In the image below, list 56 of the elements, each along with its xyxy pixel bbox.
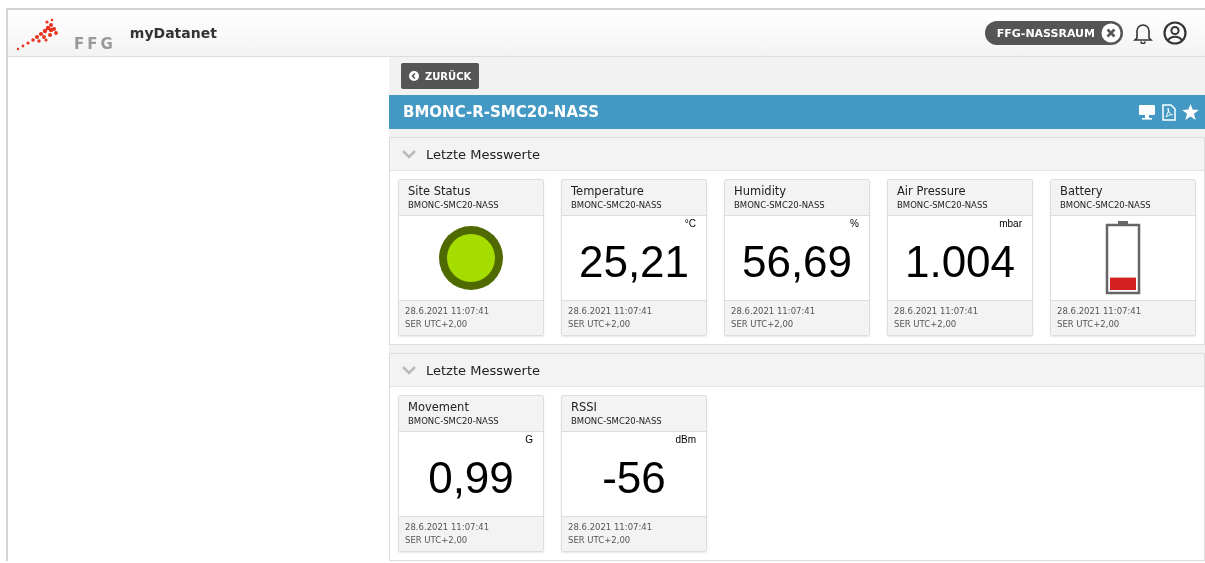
chevron-down-icon[interactable] [402,365,416,375]
timezone-label: SER UTC+2,00 [894,318,958,331]
timestamp: 28.6.2021 11:07:41 [894,305,980,318]
back-button[interactable]: ZURÜCK [401,63,480,89]
status-indicator-icon [438,225,504,291]
back-arrow-icon [409,71,419,81]
timestamp: 28.6.2021 11:07:41 [568,521,654,534]
panel-title: Letzte Messwerte [426,146,540,162]
logo-text: FFG [74,35,116,53]
measurement-value: 1.004 [904,237,1016,287]
app-name: myDatanet [129,25,217,41]
timestamp: 28.6.2021 11:07:41 [405,305,491,318]
tile-title: Movement [408,400,470,414]
measurement-value: 25,21 [578,237,690,287]
unit-label: °C [684,218,696,229]
star-icon[interactable] [1182,104,1199,120]
unit-label: mbar [999,218,1022,229]
bell-icon[interactable] [1133,22,1153,44]
tile-title: Battery [1060,184,1104,198]
location-chip[interactable]: FFG-NASSRAUM [984,21,1123,45]
device-name: BMONC-SMC20-NASS [571,200,663,210]
measurement-value: 0,99 [428,453,514,503]
measurement-value: 56,69 [741,237,853,287]
timezone-label: SER UTC+2,00 [1057,318,1121,331]
timezone-label: SER UTC+2,00 [731,318,795,331]
timezone-label: SER UTC+2,00 [568,318,632,331]
device-name: BMONC-SMC20-NASS [408,416,500,426]
timezone-label: SER UTC+2,00 [568,534,632,547]
pdf-file-icon[interactable] [1162,103,1176,121]
battery-icon [1105,221,1141,295]
device-name: BMONC-SMC20-NASS [734,200,826,210]
timestamp: 28.6.2021 11:07:41 [731,305,817,318]
timestamp: 28.6.2021 11:07:41 [1057,305,1143,318]
unit-label: % [850,218,859,229]
chevron-down-icon[interactable] [402,149,416,159]
tile-title: Site Status [408,184,472,198]
device-name: BMONC-SMC20-NASS [571,416,663,426]
close-icon[interactable] [1101,23,1121,43]
monitor-icon[interactable] [1138,104,1156,120]
tile-title: Temperature [571,184,645,198]
unit-label: dBm [675,434,696,445]
device-name: BMONC-SMC20-NASS [408,200,500,210]
page-title: BMONC-R-SMC20-NASS [403,103,599,121]
panel-title: Letzte Messwerte [426,362,540,378]
timestamp: 28.6.2021 11:07:41 [568,305,654,318]
user-avatar-icon[interactable] [1163,21,1187,45]
tile-title: Humidity [734,184,788,198]
tile-title: Air Pressure [897,184,967,198]
device-name: BMONC-SMC20-NASS [1060,200,1152,210]
unit-label: G [525,434,533,445]
timezone-label: SER UTC+2,00 [405,318,469,331]
timestamp: 28.6.2021 11:07:41 [405,521,491,534]
measurement-value: -56 [602,453,666,503]
device-name: BMONC-SMC20-NASS [897,200,989,210]
tile-title: RSSI [571,400,598,414]
timezone-label: SER UTC+2,00 [405,534,469,547]
